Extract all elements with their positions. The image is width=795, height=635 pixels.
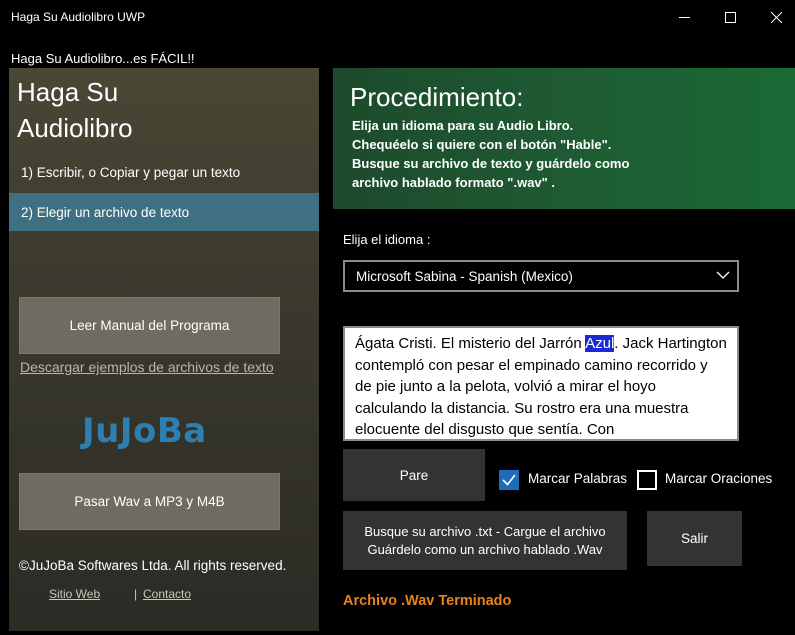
nav-item-label: 2) Elegir un archivo de texto (21, 204, 190, 220)
chevron-down-icon (716, 271, 730, 279)
app-subtitle: Haga Su Audiolibro...es FÁCIL!! (11, 51, 195, 66)
link-separator: | (134, 587, 138, 601)
mark-words-label[interactable]: Marcar Palabras (528, 471, 627, 486)
procedure-step: Elija un idioma para su Audio Libro. (352, 118, 574, 133)
exit-button[interactable]: Salir (647, 511, 742, 566)
nav-item-label: 1) Escribir, o Copiar y pegar un texto (21, 164, 241, 180)
minimize-icon (678, 16, 690, 18)
stop-button[interactable]: Pare (343, 449, 485, 501)
app-title: Haga Su Audiolibro UWP (11, 10, 146, 24)
highlighted-word: Azul (585, 335, 615, 352)
sidebar-title: Haga Su Audiolibro (17, 77, 133, 143)
copyright-text: ©JuJoBa Softwares Ltda. All rights reser… (19, 558, 287, 573)
maximize-icon (724, 11, 736, 23)
download-examples-link[interactable]: Descargar ejemplos de archivos de texto (20, 359, 274, 375)
browse-button-line2: Guárdelo como un archivo hablado .Wav (367, 541, 603, 557)
procedure-step: Chequéelo si quiere con el botón "Hable"… (352, 137, 612, 152)
jujoba-logo: JuJoBa (82, 411, 207, 451)
language-dropdown[interactable]: Microsoft Sabina - Spanish (Mexico) (343, 260, 739, 292)
contact-link[interactable]: Contacto (143, 587, 191, 601)
minimize-button[interactable] (661, 0, 707, 34)
mark-sentences-checkbox[interactable] (637, 470, 657, 490)
language-selected-value: Microsoft Sabina - Spanish (Mexico) (356, 268, 573, 284)
browse-button-line1: Busque su archivo .txt - Cargue el archi… (364, 523, 606, 539)
browse-file-button[interactable]: Busque su archivo .txt - Cargue el archi… (343, 511, 627, 570)
mark-sentences-label[interactable]: Marcar Oraciones (665, 471, 772, 486)
close-button[interactable] (753, 0, 795, 34)
checkmark-icon (502, 474, 516, 486)
website-link[interactable]: Sitio Web (49, 587, 100, 601)
status-message: Archivo .Wav Terminado (343, 593, 512, 609)
close-icon (770, 11, 782, 23)
nav-item-choose-file[interactable]: 2) Elegir un archivo de texto (9, 193, 319, 231)
procedure-step: archivo hablado formato ".wav" . (352, 175, 556, 190)
text-before-highlight: Ágata Cristi. El misterio del Jarrón (355, 335, 586, 352)
sidebar: Haga Su Audiolibro 1) Escribir, o Copiar… (9, 68, 319, 631)
maximize-button[interactable] (707, 0, 753, 34)
nav-item-write-text[interactable]: 1) Escribir, o Copiar y pegar un texto (9, 153, 319, 191)
procedure-panel: Procedimiento: Elija un idioma para su A… (333, 68, 795, 209)
language-label: Elija el idioma : (343, 232, 431, 247)
procedure-title: Procedimiento: (350, 82, 524, 112)
procedure-step: Busque su archivo de texto y guárdelo co… (352, 156, 630, 171)
read-manual-button[interactable]: Leer Manual del Programa (19, 297, 280, 354)
convert-wav-button[interactable]: Pasar Wav a MP3 y M4B (19, 473, 280, 530)
mark-words-checkbox[interactable] (499, 470, 519, 490)
text-content-box[interactable]: Ágata Cristi. El misterio del Jarrón Azu… (343, 326, 739, 441)
